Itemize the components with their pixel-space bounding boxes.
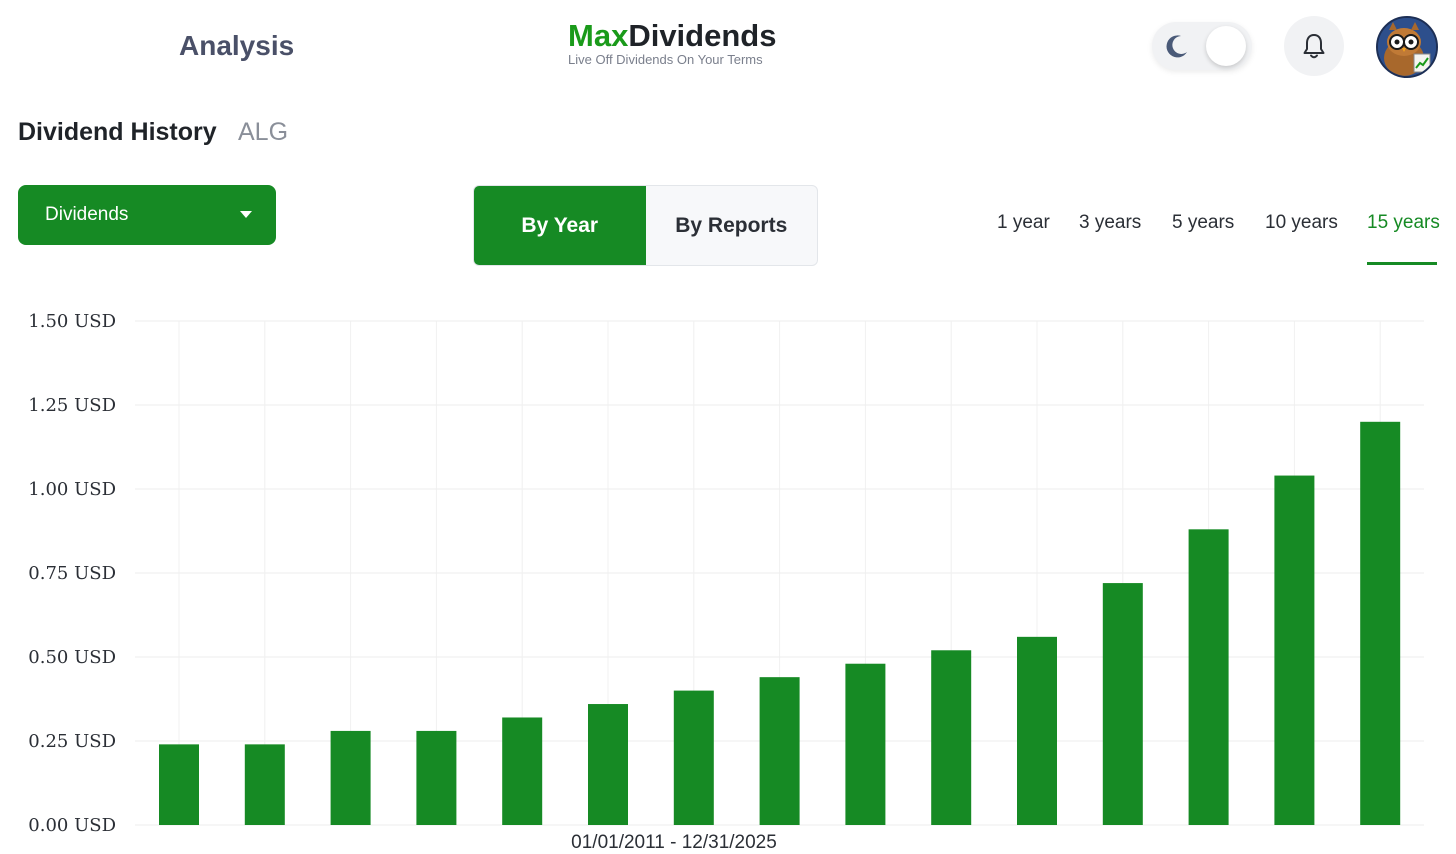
bar-2018[interactable]	[759, 677, 800, 825]
active-tab-underline	[1367, 262, 1437, 265]
y-tick-label: 0.00 USD	[28, 815, 116, 836]
bar-2015[interactable]	[502, 717, 543, 825]
ticker-symbol: ALG	[238, 118, 289, 146]
dividend-bar-chart: 0.00 USD 0.25 USD 0.50 USD 0.75 USD 1.00 USD…	[28, 311, 1424, 853]
bar-2021[interactable]	[1017, 636, 1057, 825]
bar-2024[interactable]	[1274, 475, 1315, 825]
range-tab-5-years[interactable]: 5 years	[1172, 212, 1234, 234]
range-tab-1-year[interactable]: 1 year	[997, 212, 1050, 234]
user-avatar[interactable]	[1376, 16, 1438, 78]
y-tick-label: 1.50 USD	[28, 311, 116, 332]
toggle-knob	[1206, 26, 1246, 66]
bar-2023[interactable]	[1188, 529, 1229, 825]
range-tab-3-years[interactable]: 3 years	[1079, 212, 1141, 234]
bar-2012[interactable]	[244, 744, 285, 825]
y-tick-label: 1.25 USD	[28, 395, 116, 416]
theme-toggle[interactable]	[1152, 22, 1252, 70]
bar-2020[interactable]	[931, 650, 972, 825]
y-tick-label: 0.75 USD	[28, 563, 116, 584]
bar-2022[interactable]	[1102, 583, 1143, 825]
brand-tagline: Live Off Dividends On Your Terms	[568, 52, 763, 67]
page-title: Analysis	[179, 30, 295, 61]
y-axis-ticks: 0.00 USD 0.25 USD 0.50 USD 0.75 USD 1.00 USD…	[28, 311, 116, 836]
chart-date-range: 01/01/2011 - 12/31/2025	[571, 832, 777, 853]
brand-max-text: Max	[568, 18, 629, 53]
range-tabs: 1 year 3 years 5 years 10 years 15 years	[0, 200, 1456, 270]
range-tab-10-years[interactable]: 10 years	[1265, 212, 1338, 234]
section-title: Dividend History	[18, 118, 217, 146]
bell-icon	[1303, 34, 1325, 59]
bar-2017[interactable]	[673, 690, 714, 825]
brand-dividends-text: Dividends	[628, 18, 777, 53]
moon-icon	[1166, 35, 1187, 58]
bar-2019[interactable]	[845, 663, 886, 825]
notifications-button[interactable]	[1284, 16, 1344, 76]
bar-2014[interactable]	[416, 730, 457, 825]
bar-2025[interactable]	[1360, 421, 1401, 825]
bar-2011[interactable]	[159, 744, 199, 825]
y-tick-label: 0.50 USD	[28, 647, 116, 668]
y-tick-label: 0.25 USD	[28, 731, 116, 752]
range-tab-15-years[interactable]: 15 years	[1367, 212, 1440, 234]
bar-2013[interactable]	[330, 730, 371, 825]
avatar-owl	[1378, 18, 1436, 76]
y-tick-label: 1.00 USD	[28, 479, 116, 500]
bar-2016[interactable]	[588, 704, 628, 825]
brand-logo[interactable]: MaxDividends Live Off Dividends On Your …	[568, 18, 776, 67]
